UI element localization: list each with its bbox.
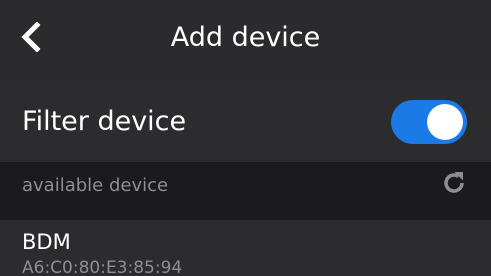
- device-name: BDM: [22, 230, 71, 254]
- device-list-item[interactable]: BDM A6:C0:80:E3:85:94: [0, 220, 491, 276]
- app-header: Add device: [0, 0, 491, 82]
- toggle-knob: [427, 104, 463, 140]
- device-mac-address: A6:C0:80:E3:85:94: [22, 258, 183, 276]
- filter-device-toggle[interactable]: [391, 100, 467, 144]
- available-device-section-header: available device: [0, 162, 491, 220]
- add-device-screen: Add device Filter device available devic…: [0, 0, 491, 276]
- available-device-label: available device: [22, 175, 169, 196]
- refresh-icon: [444, 172, 464, 193]
- page-title: Add device: [170, 22, 321, 53]
- filter-device-label: Filter device: [22, 106, 187, 137]
- refresh-button[interactable]: [437, 166, 471, 200]
